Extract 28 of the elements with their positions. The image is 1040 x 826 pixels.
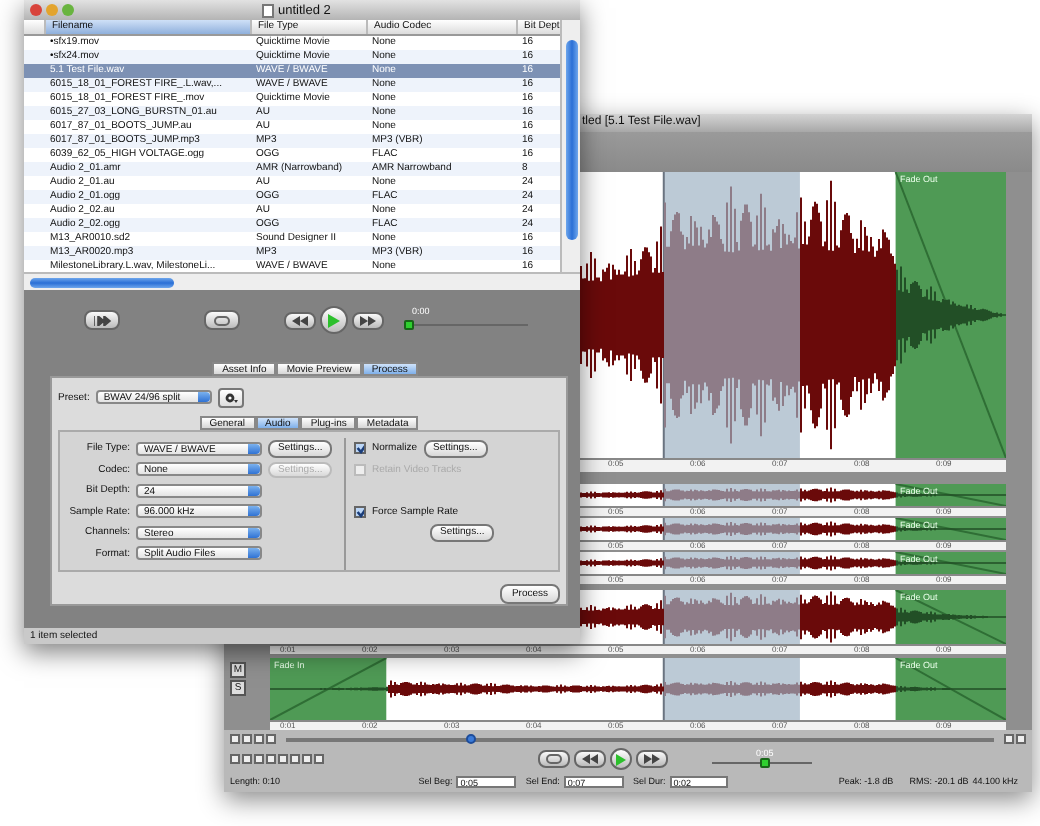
fast-forward-button[interactable] <box>636 750 668 768</box>
fast-forward-icon <box>360 315 376 325</box>
document-icon <box>262 3 274 17</box>
rewind-button[interactable] <box>574 750 606 768</box>
scroll-left-icon[interactable] <box>1004 734 1014 744</box>
play-button[interactable] <box>610 748 632 770</box>
checkbox[interactable] <box>354 442 366 455</box>
rewind-icon <box>292 315 308 325</box>
play-button[interactable] <box>320 306 348 334</box>
checkbox[interactable] <box>354 505 366 518</box>
rewind-button[interactable] <box>284 311 316 329</box>
play-icon <box>616 753 626 765</box>
skip-button[interactable] <box>84 310 120 330</box>
scroll-right-icon[interactable] <box>1016 734 1026 744</box>
loop-button[interactable] <box>538 750 570 768</box>
loop-icon <box>214 315 230 325</box>
play-icon <box>328 313 340 327</box>
vertical-scrollbar[interactable] <box>560 20 580 272</box>
fast-forward-icon <box>644 754 660 764</box>
rewind-icon <box>582 754 598 764</box>
loop-button[interactable] <box>204 310 240 330</box>
skip-icon <box>93 315 111 325</box>
close-icon[interactable] <box>30 4 42 16</box>
gear-button[interactable] <box>217 387 244 407</box>
loop-icon <box>546 754 562 764</box>
gear-icon <box>223 391 238 403</box>
fast-forward-button[interactable] <box>352 311 384 329</box>
horizontal-scrollbar[interactable] <box>24 272 580 290</box>
